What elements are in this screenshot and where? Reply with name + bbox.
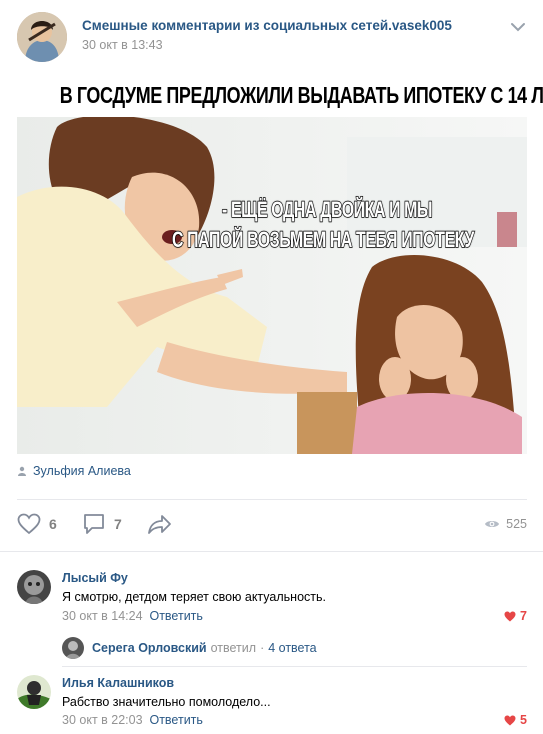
commenter-avatar[interactable] <box>17 570 51 604</box>
comment-date[interactable]: 30 окт в 22:03 <box>62 713 143 727</box>
comment-meta: 30 окт в 14:24 Ответить <box>62 609 203 623</box>
like-button[interactable]: 6 <box>17 513 57 535</box>
reply-button[interactable]: Ответить <box>149 713 202 727</box>
reply-thread[interactable]: Серега Орловский ответил · 4 ответа <box>62 637 317 659</box>
user-icon <box>18 466 26 476</box>
comment-icon <box>84 514 104 534</box>
comment-count: 7 <box>114 516 122 532</box>
chevron-down-icon[interactable] <box>510 20 526 32</box>
reply-author[interactable]: Серега Орловский <box>92 641 207 655</box>
post-text: В ГОСДУМЕ ПРЕДЛОЖИЛИ ВЫДАВАТЬ ИПОТЕКУ С … <box>59 82 543 108</box>
divider <box>17 499 527 500</box>
heart-icon <box>504 715 516 725</box>
comment-date[interactable]: 30 окт в 14:24 <box>62 609 143 623</box>
post-source[interactable]: Зульфия Алиева <box>17 464 131 478</box>
views-counter: 525 <box>484 517 527 531</box>
reply-separator: · <box>260 641 265 655</box>
reply-avatar[interactable] <box>62 637 84 659</box>
photo-illustration <box>17 117 527 454</box>
comment-button[interactable]: 7 <box>82 513 122 535</box>
post-date[interactable]: 30 окт в 13:43 <box>82 38 163 52</box>
views-count: 525 <box>506 517 527 531</box>
author-avatar[interactable] <box>17 12 67 62</box>
post-photo[interactable]: - ЕЩЁ ОДНА ДВОЙКА И МЫ С ПАПОЙ ВОЗЬМЕМ Н… <box>17 117 527 454</box>
post-actions: 6 7 525 <box>17 513 527 539</box>
comment-text: Я смотрю, детдом теряет свою актуальност… <box>62 590 326 604</box>
comment-like-count: 7 <box>520 609 527 623</box>
comment-like-count: 5 <box>520 713 527 727</box>
reply-button[interactable]: Ответить <box>149 609 202 623</box>
commenter-name[interactable]: Илья Калашников <box>62 676 174 690</box>
post-author-link[interactable]: Смешные комментарии из социальных сетей.… <box>82 18 452 33</box>
meme-caption-line-1: - ЕЩЁ ОДНА ДВОЙКА И МЫ <box>221 196 433 223</box>
heart-icon <box>17 513 41 535</box>
comment-like-button[interactable]: 7 <box>504 609 527 623</box>
comment-meta: 30 окт в 22:03 Ответить <box>62 713 203 727</box>
like-count: 6 <box>49 516 57 532</box>
meme-caption-line-2: С ПАПОЙ ВОЗЬМЕМ НА ТЕБЯ ИПОТЕКУ <box>171 226 474 253</box>
share-button[interactable] <box>147 513 173 535</box>
comment-text: Рабство значительно помолодело... <box>62 695 271 709</box>
reply-verb: ответил <box>210 641 257 655</box>
eye-icon <box>485 521 500 527</box>
replies-count-link[interactable]: 4 ответа <box>268 641 316 655</box>
commenter-avatar[interactable] <box>17 675 51 709</box>
divider <box>0 551 543 552</box>
commenter-name[interactable]: Лысый Фу <box>62 571 128 585</box>
comment-like-button[interactable]: 5 <box>504 713 527 727</box>
heart-icon <box>504 611 516 621</box>
source-name: Зульфия Алиева <box>33 464 131 478</box>
divider <box>62 666 527 667</box>
share-icon <box>148 515 171 534</box>
